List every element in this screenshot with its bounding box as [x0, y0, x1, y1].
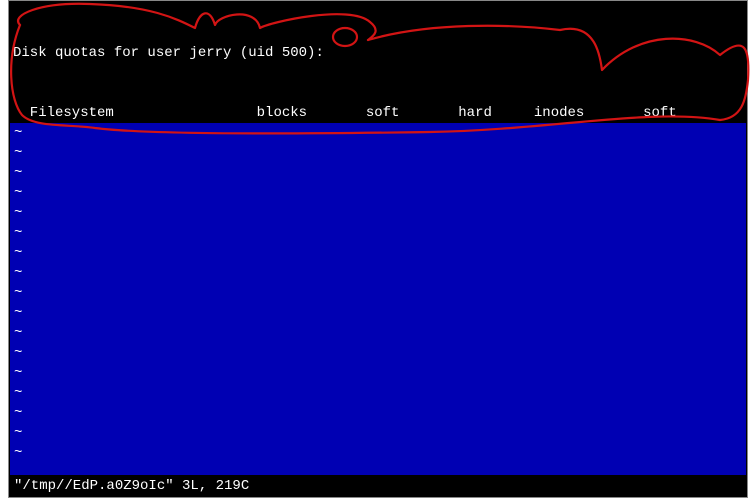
vim-tilde: ~	[14, 443, 742, 463]
vim-tilde: ~	[14, 203, 742, 223]
vim-tilde: ~	[14, 383, 742, 403]
vim-tilde: ~	[14, 123, 742, 143]
vim-tilde: ~	[14, 303, 742, 323]
vim-tilde: ~	[14, 283, 742, 303]
vim-tilde: ~	[14, 423, 742, 443]
terminal-window[interactable]: Disk quotas for user jerry (uid 500): Fi…	[8, 0, 748, 498]
vim-tilde: ~	[14, 183, 742, 203]
editor-buffer[interactable]: ~ ~ ~ ~ ~ ~ ~ ~ ~ ~ ~ ~ ~ ~ ~ ~ ~	[10, 123, 746, 475]
vim-tilde: ~	[14, 243, 742, 263]
vim-tilde: ~	[14, 263, 742, 283]
vim-tilde: ~	[14, 363, 742, 383]
vim-status-bar: "/tmp//EdP.a0Z9oIc" 3L, 219C	[10, 476, 746, 496]
quota-columns: Filesystem blocks soft hard inodes soft	[13, 103, 743, 123]
vim-tilde: ~	[14, 223, 742, 243]
vim-tilde: ~	[14, 163, 742, 183]
vim-tilde: ~	[14, 403, 742, 423]
quota-header: Disk quotas for user jerry (uid 500):	[13, 43, 743, 63]
vim-tilde: ~	[14, 143, 742, 163]
vim-tilde: ~	[14, 323, 742, 343]
vim-tilde: ~	[14, 343, 742, 363]
